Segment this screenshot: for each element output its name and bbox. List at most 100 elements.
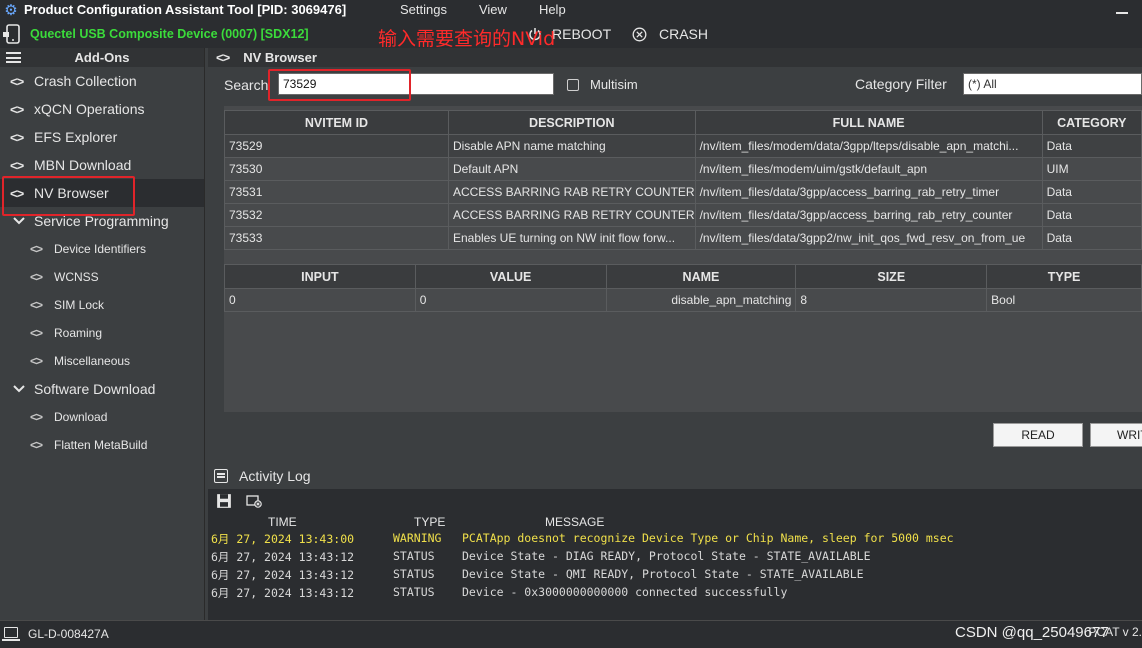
multisim-checkbox[interactable] (567, 79, 579, 91)
table-row[interactable]: 73533 Enables UE turning on NW init flow… (224, 226, 1142, 250)
status-bar: GL-D-008427A CSDN @qq_25049677 PCAT v 2. (0, 620, 1142, 648)
log-entry: 6月 27, 2024 13:43:12 STATUS Device - 0x3… (208, 583, 1142, 601)
table-row[interactable]: 73530 Default APN /nv/item_files/modem/u… (224, 157, 1142, 181)
sidebar-item-label: Software Download (34, 381, 156, 397)
column-header[interactable]: SIZE (795, 264, 988, 289)
clear-log-icon[interactable] (246, 493, 262, 509)
sidebar-group-service-programming[interactable]: Service Programming (0, 207, 204, 235)
table-cell: 8 (795, 288, 988, 312)
sidebar-item-device-identifiers[interactable]: <> Device Identifiers (0, 235, 204, 263)
sidebar-item-flatten-metabuild[interactable]: <> Flatten MetaBuild (0, 431, 204, 459)
sidebar-item-xqcn-operations[interactable]: <> xQCN Operations (0, 95, 204, 123)
code-icon: <> (10, 185, 24, 201)
table-cell: Bool (986, 288, 1142, 312)
search-input[interactable] (278, 73, 554, 95)
log-type: STATUS (393, 549, 435, 563)
activity-log-panel: Activity Log TIME TYPE MESSAGE 6月 27, 20… (208, 462, 1142, 620)
sidebar-item-sim-lock[interactable]: <> SIM Lock (0, 291, 204, 319)
log-type: STATUS (393, 585, 435, 599)
sidebar-item-label: Flatten MetaBuild (54, 438, 148, 452)
save-icon[interactable] (216, 493, 232, 509)
hamburger-icon[interactable] (6, 52, 21, 63)
sidebar-item-label: Roaming (54, 326, 103, 340)
reboot-label: REBOOT (552, 26, 612, 42)
code-icon: <> (30, 298, 43, 312)
table-cell: 73533 (224, 226, 449, 250)
table-cell: Data (1041, 226, 1142, 250)
table-cell: UIM (1041, 157, 1142, 181)
column-header[interactable]: TYPE (986, 264, 1142, 289)
column-header[interactable]: CATEGORY (1041, 110, 1142, 135)
table-row[interactable]: 73532 ACCESS BARRING RAB RETRY COUNTER /… (224, 203, 1142, 227)
crash-button[interactable]: CRASH (632, 26, 708, 42)
table-cell: /nv/item_files/data/3gpp2/nw_init_qos_fw… (694, 226, 1043, 250)
code-icon: <> (30, 354, 43, 368)
sidebar-item-wcnss[interactable]: <> WCNSS (0, 263, 204, 291)
sidebar-item-mbn-download[interactable]: <> MBN Download (0, 151, 204, 179)
sidebar-item-label: NV Browser (34, 185, 109, 201)
log-time: 6月 27, 2024 13:43:12 (211, 568, 355, 582)
code-icon: <> (10, 101, 24, 117)
menu-bar: Settings View Help (400, 0, 598, 19)
table-cell: /nv/item_files/modem/uim/gstk/default_ap… (694, 157, 1043, 181)
sidebar-item-miscellaneous[interactable]: <> Miscellaneous (0, 347, 204, 375)
code-icon: <> (10, 157, 24, 173)
sidebar-item-label: Download (54, 410, 108, 424)
log-type: STATUS (393, 567, 435, 581)
activity-log-title: Activity Log (239, 467, 311, 484)
column-header[interactable]: INPUT (224, 264, 416, 289)
category-filter-select[interactable]: (*) All (963, 73, 1142, 95)
column-header[interactable]: VALUE (414, 264, 607, 289)
sidebar-item-crash-collection[interactable]: <> Crash Collection (0, 67, 204, 95)
sidebar-group-software-download[interactable]: Software Download (0, 375, 204, 403)
log-entry: 6月 27, 2024 13:43:00 WARNING PCATApp doe… (208, 529, 1142, 547)
sidebar-item-roaming[interactable]: <> Roaming (0, 319, 204, 347)
sidebar-item-label: EFS Explorer (34, 129, 118, 145)
table-cell: 73530 (224, 157, 449, 181)
read-button[interactable]: READ (993, 423, 1083, 447)
write-button[interactable]: WRIT (1090, 423, 1142, 447)
sidebar-item-efs-explorer[interactable]: <> EFS Explorer (0, 123, 204, 151)
column-header: TYPE (414, 515, 446, 529)
code-icon: <> (30, 326, 43, 340)
column-header[interactable]: DESCRIPTION (447, 110, 696, 135)
table-cell[interactable]: 0 (224, 288, 416, 312)
table-cell: /nv/item_files/modem/data/3gpp/lteps/dis… (694, 134, 1043, 158)
menu-settings[interactable]: Settings (400, 2, 447, 17)
sidebar-item-nv-browser[interactable]: <> NV Browser (0, 179, 204, 207)
app-gear-icon: ⚙ (4, 1, 18, 19)
sidebar-item-label: SIM Lock (54, 298, 105, 312)
nv-value-table: INPUT VALUE NAME SIZE TYPE 0 0 disable_a… (224, 264, 1142, 312)
log-time: 6月 27, 2024 13:43:12 (211, 550, 355, 564)
title-bar: ⚙ Product Configuration Assistant Tool [… (0, 0, 1142, 19)
sidebar-item-label: xQCN Operations (34, 101, 145, 117)
table-row[interactable]: 73529 Disable APN name matching /nv/item… (224, 134, 1142, 158)
table-row[interactable]: 73531 ACCESS BARRING RAB RETRY COUNTER /… (224, 180, 1142, 204)
device-name[interactable]: Quectel USB Composite Device (0007) [SDX… (30, 27, 309, 41)
sidebar-item-label: Service Programming (34, 213, 169, 229)
chevron-down-icon (13, 385, 25, 393)
table-row[interactable]: 0 0 disable_apn_matching 8 Bool (224, 288, 1142, 312)
menu-help[interactable]: Help (539, 2, 566, 17)
annotation-text: 输入需要查询的NVid (378, 28, 556, 50)
menu-view[interactable]: View (479, 2, 507, 17)
table-cell: 73532 (224, 203, 449, 227)
table-cell: ACCESS BARRING RAB RETRY COUNTER (447, 203, 696, 227)
table-cell: Data (1041, 180, 1142, 204)
column-header[interactable]: NAME (605, 264, 797, 289)
minimize-icon[interactable] (1116, 3, 1128, 15)
table-cell[interactable]: 0 (414, 288, 607, 312)
sidebar-item-label: Miscellaneous (54, 354, 131, 368)
sidebar-item-download[interactable]: <> Download (0, 403, 204, 431)
crash-label: CRASH (659, 26, 709, 42)
column-header[interactable]: FULL NAME (694, 110, 1043, 135)
table-cell: 73529 (224, 134, 449, 158)
sidebar-item-label: MBN Download (34, 157, 132, 173)
log-message: Device - 0x3000000000000 connected succe… (462, 585, 788, 599)
multisim-label: Multisim (590, 77, 638, 92)
log-message: PCATApp doesnot recognize Device Type or… (462, 531, 954, 545)
code-icon: <> (10, 129, 24, 145)
table-header-row: NVITEM ID DESCRIPTION FULL NAME CATEGORY (224, 110, 1142, 135)
table-cell: Data (1041, 203, 1142, 227)
column-header[interactable]: NVITEM ID (224, 110, 449, 135)
